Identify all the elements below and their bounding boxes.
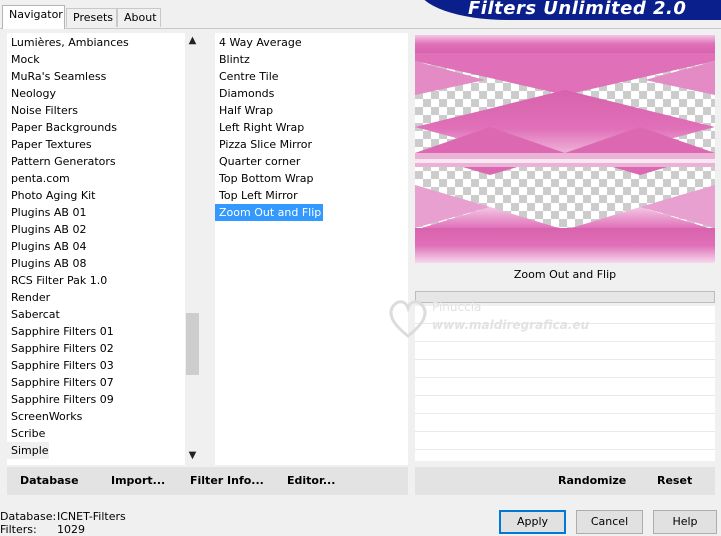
scroll-down-icon[interactable]: ▼ bbox=[185, 450, 200, 461]
category-item[interactable]: Sapphire Filters 09 bbox=[7, 391, 114, 408]
database-value: ICNET-Filters bbox=[57, 510, 126, 523]
category-item[interactable]: Plugins AB 04 bbox=[7, 238, 86, 255]
category-item[interactable]: Plugins AB 01 bbox=[7, 204, 86, 221]
filter-list[interactable]: 4 Way Average Blintz Centre Tile Diamonds Ha… bbox=[215, 33, 408, 465]
category-scrollbar[interactable]: ▲ ▼ bbox=[185, 33, 200, 465]
scroll-up-icon[interactable]: ▲ bbox=[185, 35, 200, 46]
left-toolbar: Database Import... Filter Info... Editor… bbox=[7, 467, 408, 495]
filter-preview bbox=[415, 35, 715, 263]
category-scroll-thumb[interactable] bbox=[186, 313, 199, 375]
filter-info-button[interactable]: Filter Info... bbox=[190, 474, 264, 487]
right-toolbar: Randomize Reset bbox=[415, 467, 715, 495]
category-item[interactable]: ScreenWorks bbox=[7, 408, 82, 425]
category-item[interactable]: Sapphire Filters 01 bbox=[7, 323, 114, 340]
category-item[interactable]: Render bbox=[7, 289, 50, 306]
filter-item[interactable]: Top Left Mirror bbox=[215, 187, 298, 204]
category-item[interactable]: Mock bbox=[7, 51, 40, 68]
filter-item[interactable]: Half Wrap bbox=[215, 102, 273, 119]
apply-button[interactable]: Apply bbox=[499, 510, 566, 534]
category-item[interactable]: Lumières, Ambiances bbox=[7, 34, 129, 51]
filters-label: Filters: bbox=[0, 523, 37, 536]
category-item[interactable]: Sapphire Filters 07 bbox=[7, 374, 114, 391]
tab-navigator[interactable]: Navigator bbox=[2, 5, 65, 29]
category-list[interactable]: Lumières, Ambiances Mock MuRa's Seamless Ne… bbox=[7, 33, 200, 465]
category-item[interactable]: Paper Textures bbox=[7, 136, 92, 153]
category-item[interactable]: Noise Filters bbox=[7, 102, 78, 119]
app-banner: Filters Unlimited 2.0 bbox=[418, 0, 721, 20]
category-item[interactable]: Simple bbox=[7, 442, 49, 459]
filter-item[interactable]: Pizza Slice Mirror bbox=[215, 136, 312, 153]
category-item[interactable]: Paper Backgrounds bbox=[7, 119, 117, 136]
tab-about[interactable]: About bbox=[117, 8, 161, 27]
cancel-button[interactable]: Cancel bbox=[576, 510, 643, 534]
category-item[interactable]: Plugins AB 08 bbox=[7, 255, 86, 272]
filter-item[interactable]: Centre Tile bbox=[215, 68, 279, 85]
database-button[interactable]: Database bbox=[20, 474, 79, 487]
filter-item[interactable]: Left Right Wrap bbox=[215, 119, 304, 136]
filter-item[interactable]: Quarter corner bbox=[215, 153, 300, 170]
tab-presets[interactable]: Presets bbox=[66, 8, 117, 27]
watermark: Pinuccia www.maldiregrafica.eu bbox=[382, 296, 612, 356]
category-item[interactable]: MuRa's Seamless bbox=[7, 68, 106, 85]
category-item[interactable]: penta.com bbox=[7, 170, 70, 187]
watermark-site: www.maldiregrafica.eu bbox=[432, 318, 590, 332]
heart-icon bbox=[389, 300, 427, 338]
category-item[interactable]: Sapphire Filters 02 bbox=[7, 340, 114, 357]
category-item[interactable]: Pattern Generators bbox=[7, 153, 116, 170]
category-item[interactable]: Neology bbox=[7, 85, 56, 102]
category-item[interactable]: Sapphire Filters 03 bbox=[7, 357, 114, 374]
watermark-name: Pinuccia bbox=[432, 300, 482, 314]
category-item[interactable]: RCS Filter Pak 1.0 bbox=[7, 272, 107, 289]
category-item[interactable]: Plugins AB 02 bbox=[7, 221, 86, 238]
app-title: Filters Unlimited 2.0 bbox=[468, 0, 687, 19]
tab-divider bbox=[0, 28, 721, 29]
filter-item[interactable]: 4 Way Average bbox=[215, 34, 302, 51]
import-button[interactable]: Import... bbox=[111, 474, 165, 487]
category-item[interactable]: Photo Aging Kit bbox=[7, 187, 95, 204]
filter-item[interactable]: Top Bottom Wrap bbox=[215, 170, 314, 187]
category-item[interactable]: Scribe bbox=[7, 425, 45, 442]
preview-caption: Zoom Out and Flip bbox=[513, 268, 617, 281]
filter-item[interactable]: Zoom Out and Flip bbox=[215, 204, 324, 221]
filter-item[interactable]: Blintz bbox=[215, 51, 250, 68]
category-item[interactable]: Sabercat bbox=[7, 306, 60, 323]
database-label: Database: bbox=[0, 510, 57, 523]
reset-button[interactable]: Reset bbox=[657, 474, 692, 487]
filter-item[interactable]: Diamonds bbox=[215, 85, 274, 102]
randomize-button[interactable]: Randomize bbox=[558, 474, 626, 487]
help-button[interactable]: Help bbox=[653, 510, 717, 534]
editor-button[interactable]: Editor... bbox=[287, 474, 335, 487]
filters-count: 1029 bbox=[57, 523, 85, 536]
